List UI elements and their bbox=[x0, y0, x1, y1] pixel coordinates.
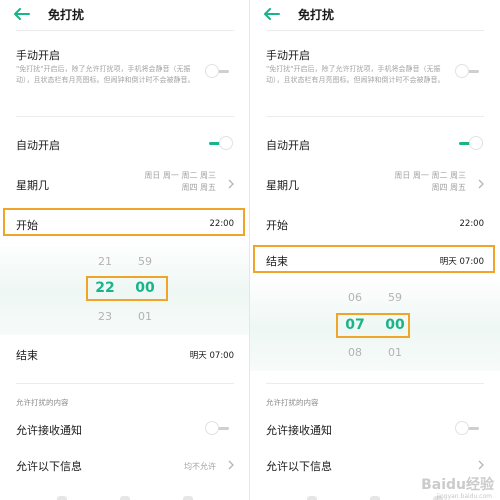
chevron-right-icon bbox=[228, 179, 234, 189]
toggle-knob bbox=[455, 64, 469, 78]
highlight-box bbox=[253, 245, 495, 273]
weekday-line: 周日 周一 周二 周三 bbox=[144, 171, 216, 180]
allowed-section-header: 允许打扰的内容 bbox=[266, 398, 319, 407]
weekday-line: 周日 周一 周二 周三 bbox=[394, 171, 466, 180]
minute-prev: 59 bbox=[138, 255, 152, 268]
allow-messages-label: 允许以下信息 bbox=[266, 460, 332, 473]
manual-enable-label: 手动开启 bbox=[16, 49, 60, 62]
right-screen: 免打扰 手动开启 "免打扰"开启后，除了允许打扰项，手机将会静音（无振动），且状… bbox=[250, 0, 500, 500]
auto-enable-toggle[interactable] bbox=[455, 136, 483, 152]
weekday-values[interactable]: 周日 周一 周二 周三 周四 周五 bbox=[394, 170, 466, 194]
minute-next: 01 bbox=[138, 310, 152, 323]
manual-enable-description: "免打扰"开启后，除了允许打扰项，手机将会静音（无振动），且状态栏有月亮图标。但… bbox=[16, 65, 195, 84]
chevron-right-icon bbox=[478, 179, 484, 189]
auto-enable-toggle[interactable] bbox=[205, 136, 233, 152]
divider bbox=[266, 383, 484, 384]
hour-prev: 21 bbox=[98, 255, 112, 268]
weekday-label: 星期几 bbox=[16, 179, 49, 192]
divider bbox=[266, 116, 484, 117]
divider bbox=[16, 30, 234, 31]
toggle-knob bbox=[455, 421, 469, 435]
minute-prev: 59 bbox=[388, 291, 402, 304]
allow-notifications-label: 允许接收通知 bbox=[266, 424, 332, 437]
divider bbox=[16, 383, 234, 384]
start-time-value[interactable]: 22:00 bbox=[460, 219, 485, 229]
allow-messages-label: 允许以下信息 bbox=[16, 460, 82, 473]
chevron-right-icon[interactable] bbox=[478, 460, 484, 470]
allow-notifications-toggle[interactable] bbox=[455, 421, 483, 437]
weekday-label: 星期几 bbox=[266, 179, 299, 192]
highlight-box bbox=[336, 313, 410, 338]
hour-prev: 06 bbox=[348, 291, 362, 304]
end-time-value[interactable]: 明天 07:00 bbox=[190, 349, 234, 361]
page-title: 免打扰 bbox=[298, 8, 335, 22]
allow-messages-value[interactable]: 均不允许 bbox=[184, 461, 216, 472]
weekday-values[interactable]: 周日 周一 周二 周三 周四 周五 bbox=[144, 170, 216, 194]
end-time-label: 结束 bbox=[16, 349, 38, 362]
highlight-box bbox=[3, 208, 245, 236]
manual-enable-toggle[interactable] bbox=[455, 64, 483, 80]
toggle-knob bbox=[205, 421, 219, 435]
weekday-line: 周四 周五 bbox=[181, 183, 216, 192]
back-arrow-icon[interactable] bbox=[14, 8, 30, 20]
watermark-logo: Baidu经验 bbox=[421, 477, 494, 493]
chevron-right-icon bbox=[228, 460, 234, 470]
auto-enable-label: 自动开启 bbox=[16, 139, 60, 152]
manual-enable-toggle[interactable] bbox=[205, 64, 233, 80]
allow-notifications-toggle[interactable] bbox=[205, 421, 233, 437]
start-time-label: 开始 bbox=[266, 219, 288, 232]
toggle-knob bbox=[469, 136, 483, 150]
toggle-knob bbox=[219, 136, 233, 150]
divider bbox=[266, 30, 484, 31]
manual-enable-label: 手动开启 bbox=[266, 49, 310, 62]
highlight-box bbox=[86, 276, 168, 301]
hour-next: 23 bbox=[98, 310, 112, 323]
allowed-section-header: 允许打扰的内容 bbox=[16, 398, 69, 407]
nav-bar bbox=[0, 494, 250, 500]
auto-enable-label: 自动开启 bbox=[266, 139, 310, 152]
allow-notifications-label: 允许接收通知 bbox=[16, 424, 82, 437]
watermark-url: jingyan.baidu.com bbox=[436, 493, 492, 500]
minute-next: 01 bbox=[388, 346, 402, 359]
page-title: 免打扰 bbox=[48, 8, 85, 22]
back-arrow-icon[interactable] bbox=[264, 8, 280, 20]
left-screen: 免打扰 手动开启 "免打扰"开启后，除了允许打扰项，手机将会静音（无振动），且状… bbox=[0, 0, 250, 500]
divider bbox=[16, 116, 234, 117]
toggle-knob bbox=[205, 64, 219, 78]
hour-next: 08 bbox=[348, 346, 362, 359]
manual-enable-description: "免打扰"开启后，除了允许打扰项，手机将会静音（无振动），且状态栏有月亮图标。但… bbox=[266, 65, 445, 84]
weekday-line: 周四 周五 bbox=[431, 183, 466, 192]
